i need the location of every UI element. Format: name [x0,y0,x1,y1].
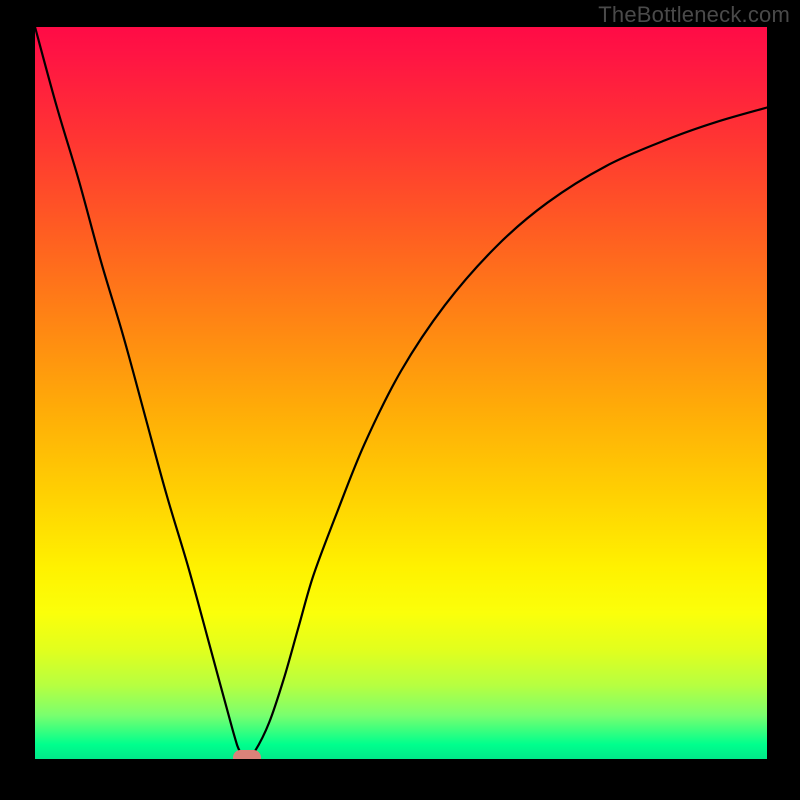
bottleneck-curve [35,27,767,759]
curve-path [35,27,767,758]
chart-frame: TheBottleneck.com [0,0,800,800]
plot-area [35,27,767,759]
watermark-text: TheBottleneck.com [598,2,790,28]
minimum-marker [233,750,261,759]
